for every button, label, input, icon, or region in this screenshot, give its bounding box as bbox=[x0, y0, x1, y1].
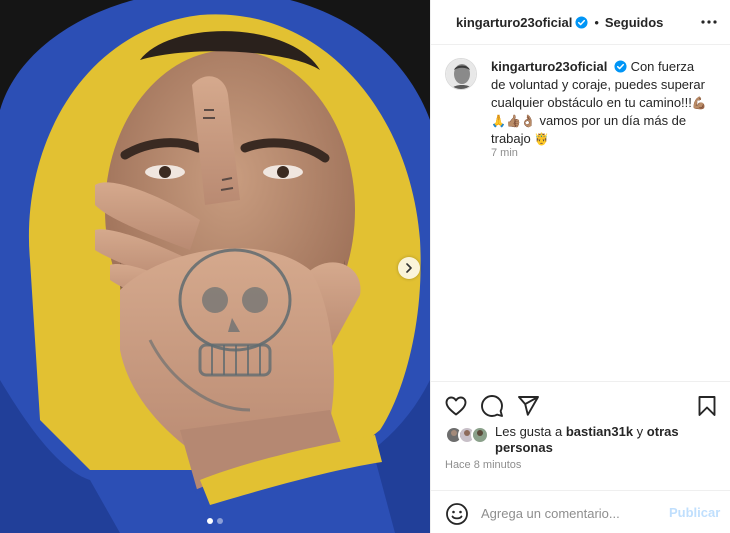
caption-block: kingarturo23oficial Con fuerza de volunt… bbox=[445, 58, 721, 148]
caption-emoji-end: 🤴 bbox=[534, 132, 550, 146]
header-username[interactable]: kingarturo23oficial bbox=[456, 15, 572, 30]
carousel-next-button[interactable] bbox=[398, 257, 420, 279]
follow-status-button[interactable]: Seguidos bbox=[605, 15, 664, 30]
likes-summary: Les gusta a bastian31k y otras personas bbox=[445, 424, 725, 456]
publish-button[interactable]: Publicar bbox=[669, 505, 720, 520]
carousel-dot bbox=[217, 518, 223, 524]
caption-timestamp: 7 min bbox=[491, 147, 518, 159]
more-options-button[interactable] bbox=[699, 12, 719, 32]
carousel-dot-active bbox=[207, 518, 213, 524]
liker-username[interactable]: bastian31k bbox=[566, 424, 633, 439]
post-photo bbox=[0, 0, 430, 533]
likes-prefix: Les gusta a bbox=[495, 424, 563, 439]
caption-text: kingarturo23oficial Con fuerza de volunt… bbox=[491, 58, 711, 148]
caption-username[interactable]: kingarturo23oficial bbox=[491, 59, 607, 74]
verified-badge-icon bbox=[614, 60, 627, 73]
liker-avatars bbox=[445, 424, 495, 444]
comment-icon[interactable] bbox=[480, 394, 504, 418]
actions-divider bbox=[431, 381, 730, 382]
chevron-right-icon bbox=[406, 263, 412, 273]
instagram-post: kingarturo23oficial • Seguidos kingartur… bbox=[0, 0, 730, 533]
post-media[interactable] bbox=[0, 0, 430, 533]
header-separator: • bbox=[594, 14, 599, 30]
liker-avatar[interactable] bbox=[471, 426, 489, 444]
more-horizontal-icon bbox=[701, 20, 717, 24]
heart-icon[interactable] bbox=[444, 394, 468, 418]
post-timestamp: Hace 8 minutos bbox=[445, 459, 522, 471]
post-side-panel: kingarturo23oficial • Seguidos kingartur… bbox=[430, 0, 730, 533]
bookmark-icon[interactable] bbox=[695, 394, 719, 418]
smile-icon[interactable] bbox=[445, 502, 469, 526]
share-icon[interactable] bbox=[516, 394, 540, 418]
comment-divider bbox=[431, 490, 730, 491]
avatar[interactable] bbox=[445, 58, 477, 90]
verified-badge-icon bbox=[575, 15, 588, 29]
carousel-indicator bbox=[0, 518, 430, 524]
avatar-image bbox=[446, 59, 476, 89]
likes-text: Les gusta a bastian31k y otras personas bbox=[495, 424, 725, 456]
likes-connector: y bbox=[636, 424, 644, 439]
comment-input[interactable] bbox=[481, 502, 661, 524]
post-header: kingarturo23oficial • Seguidos bbox=[431, 0, 730, 45]
